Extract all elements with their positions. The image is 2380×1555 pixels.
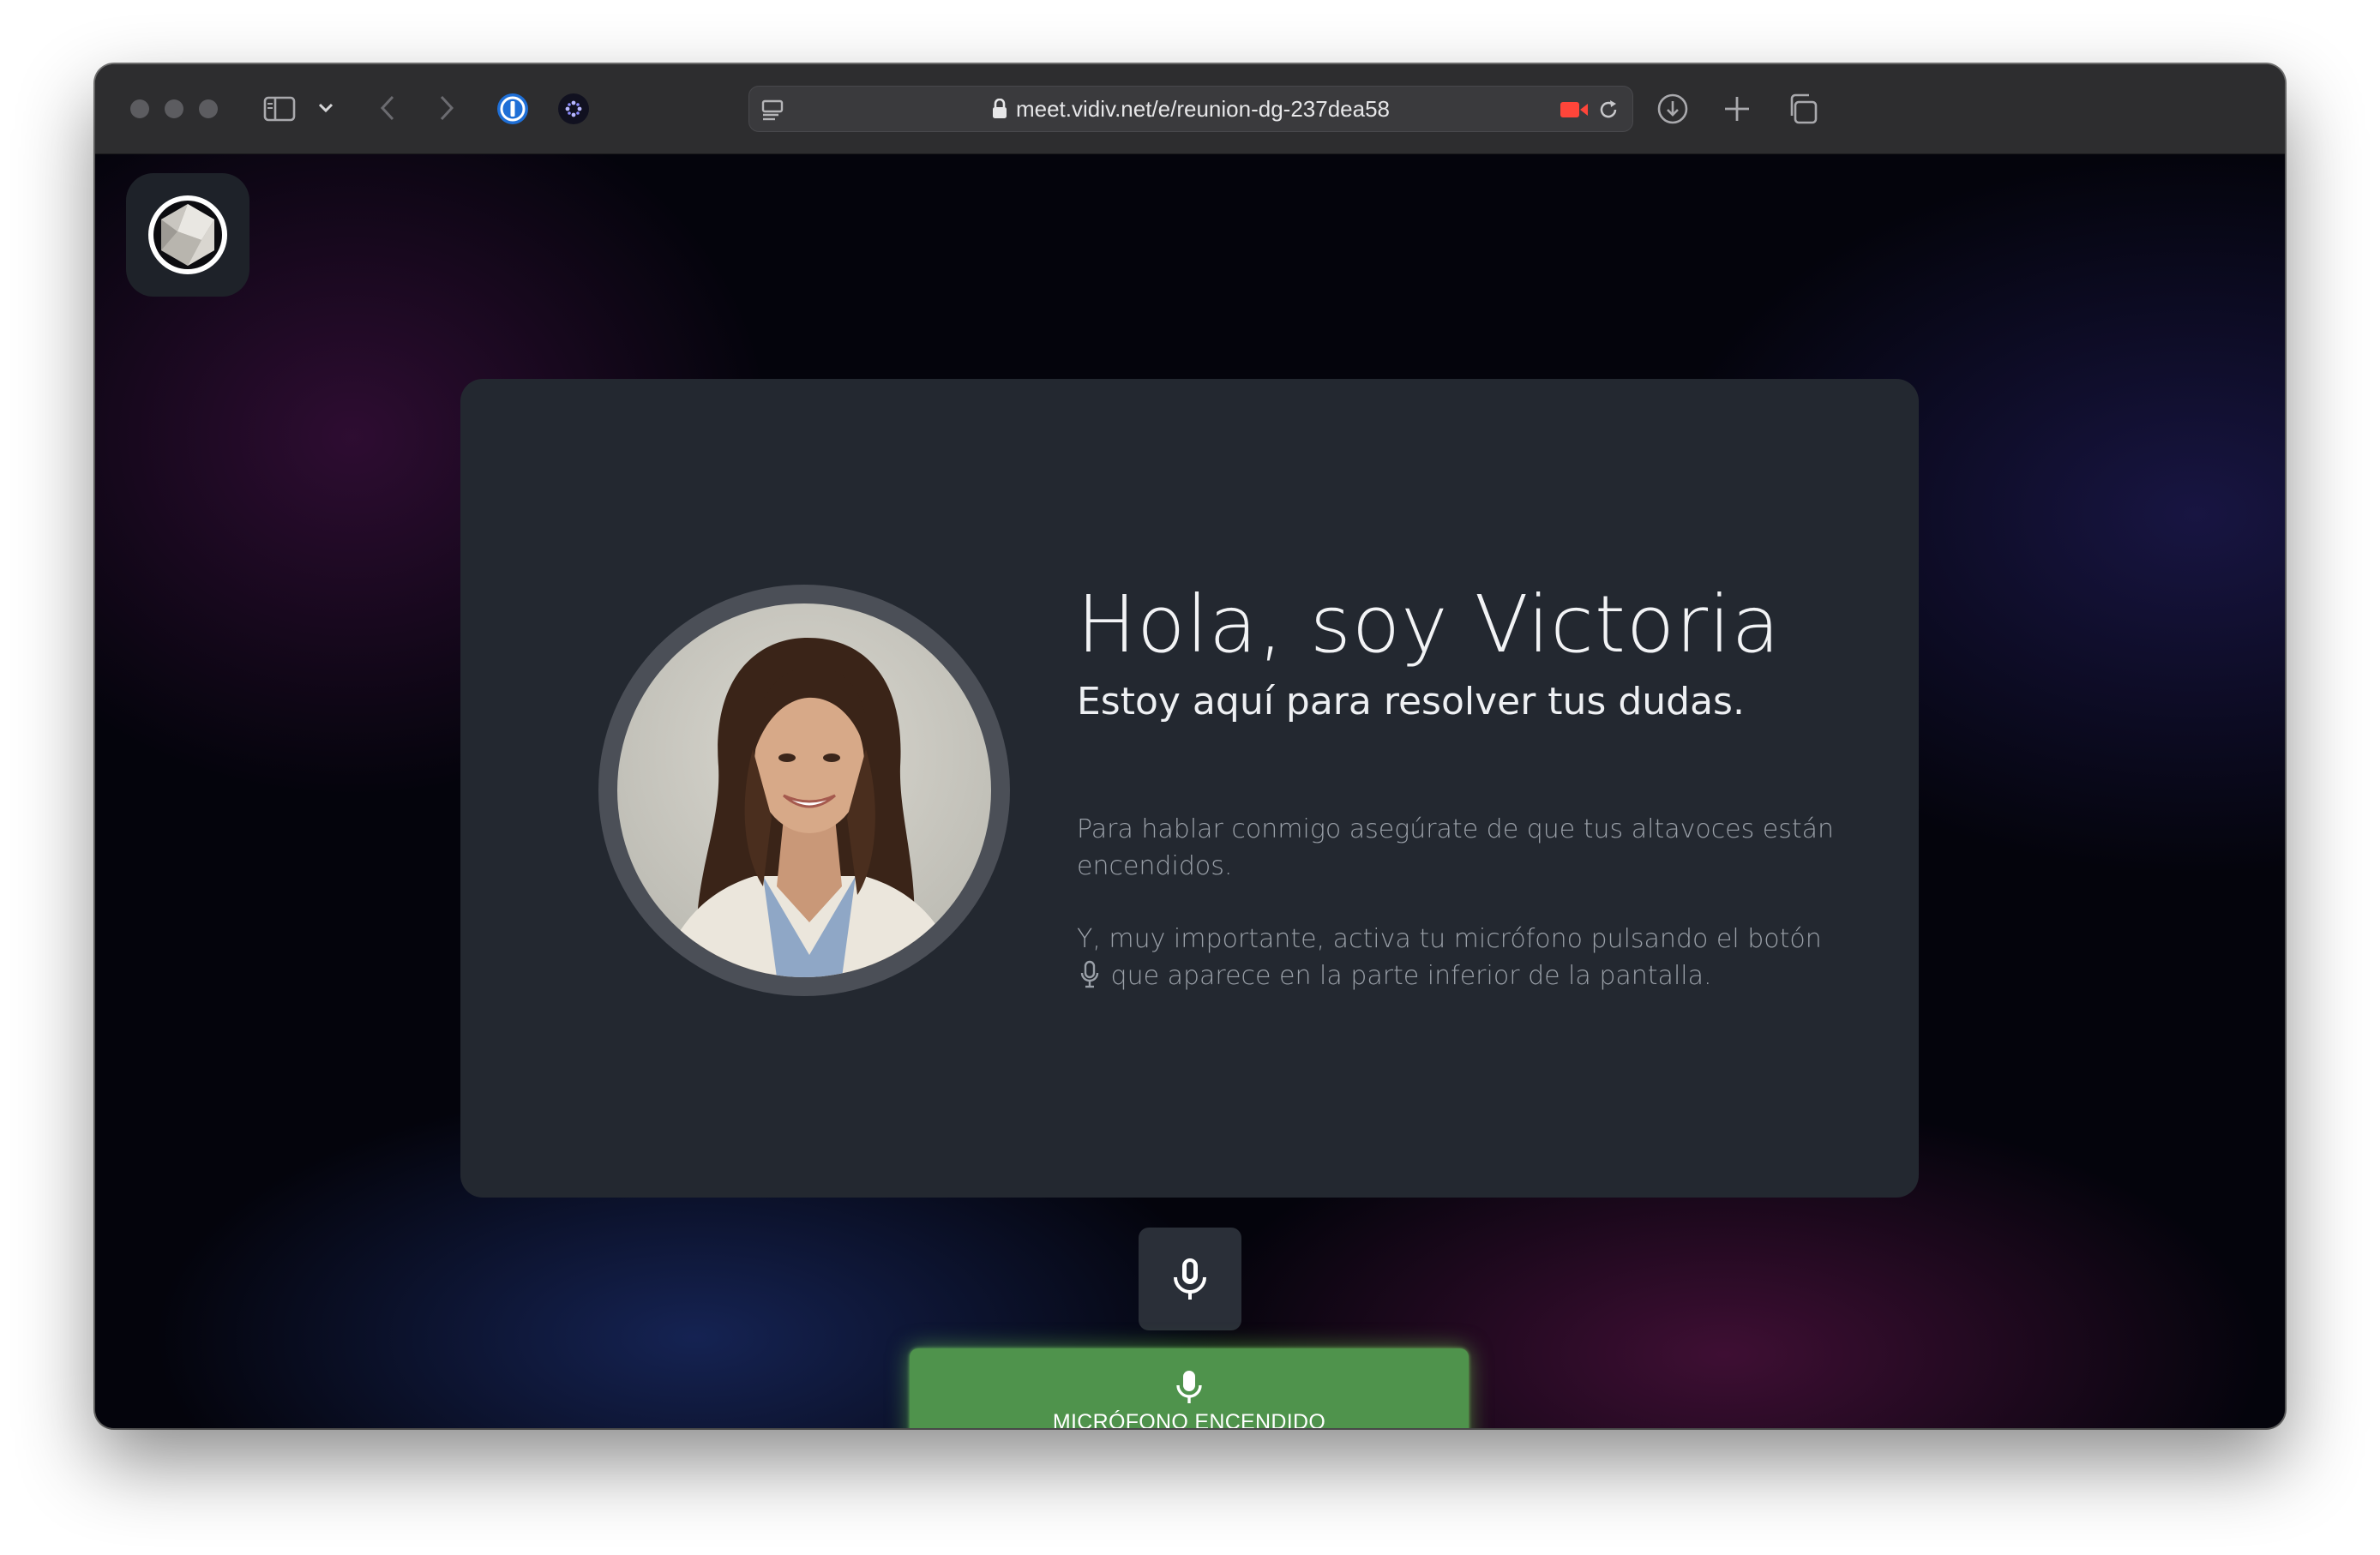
microphone-status-label: MICRÓFONO ENCENDIDO <box>1052 1409 1326 1429</box>
microphone-icon <box>1176 1370 1202 1403</box>
microphone-icon <box>1080 960 1099 1000</box>
close-icon[interactable] <box>130 99 149 118</box>
extension-icon[interactable] <box>556 91 592 127</box>
speakers-instruction: Para hablar conmigo asegúrate de que tus… <box>1077 814 1835 881</box>
back-icon[interactable] <box>375 93 400 123</box>
new-tab-icon[interactable] <box>1720 92 1754 126</box>
browser-window: meet.vidiv.net/e/reunion-dg-237dea58 Hol… <box>95 64 2285 1428</box>
url-text: meet.vidiv.net/e/reunion-dg-237dea58 <box>1015 95 1391 122</box>
reload-icon[interactable] <box>1596 97 1621 123</box>
greeting-title: Hola, soy Victoria <box>1077 579 1781 670</box>
greeting-subtitle: Estoy aquí para resolver tus dudas. <box>1077 680 1745 723</box>
sidebar-icon[interactable] <box>262 94 297 123</box>
microphone-toggle-button[interactable] <box>1139 1228 1241 1330</box>
url-display[interactable]: meet.vidiv.net/e/reunion-dg-237dea58 <box>749 87 1632 131</box>
chevron-down-icon[interactable] <box>316 99 335 117</box>
zoom-icon[interactable] <box>199 99 218 118</box>
avatar-ring <box>598 585 1010 996</box>
camera-recording-icon[interactable] <box>1559 99 1590 120</box>
browser-toolbar: meet.vidiv.net/e/reunion-dg-237dea58 <box>95 64 2285 154</box>
password-manager-icon[interactable] <box>495 91 531 127</box>
address-bar[interactable]: meet.vidiv.net/e/reunion-dg-237dea58 <box>748 86 1633 132</box>
lock-icon <box>992 99 1007 119</box>
download-icon[interactable] <box>1656 92 1690 126</box>
app-logo[interactable] <box>126 173 249 297</box>
microphone-status-button[interactable]: MICRÓFONO ENCENDIDO <box>910 1348 1469 1428</box>
forward-icon[interactable] <box>434 93 460 123</box>
tabs-overview-icon[interactable] <box>1784 91 1820 127</box>
microphone-instruction: Y, muy importante, activa tu micrófono p… <box>1077 921 1848 1000</box>
hexagon-logo-icon <box>148 195 227 274</box>
meeting-page: Hola, soy Victoria Estoy aquí para resol… <box>95 154 2285 1428</box>
avatar <box>617 603 991 977</box>
welcome-card: Hola, soy Victoria Estoy aquí para resol… <box>460 379 1919 1198</box>
minimize-icon[interactable] <box>165 99 183 118</box>
microphone-icon <box>1174 1258 1206 1300</box>
